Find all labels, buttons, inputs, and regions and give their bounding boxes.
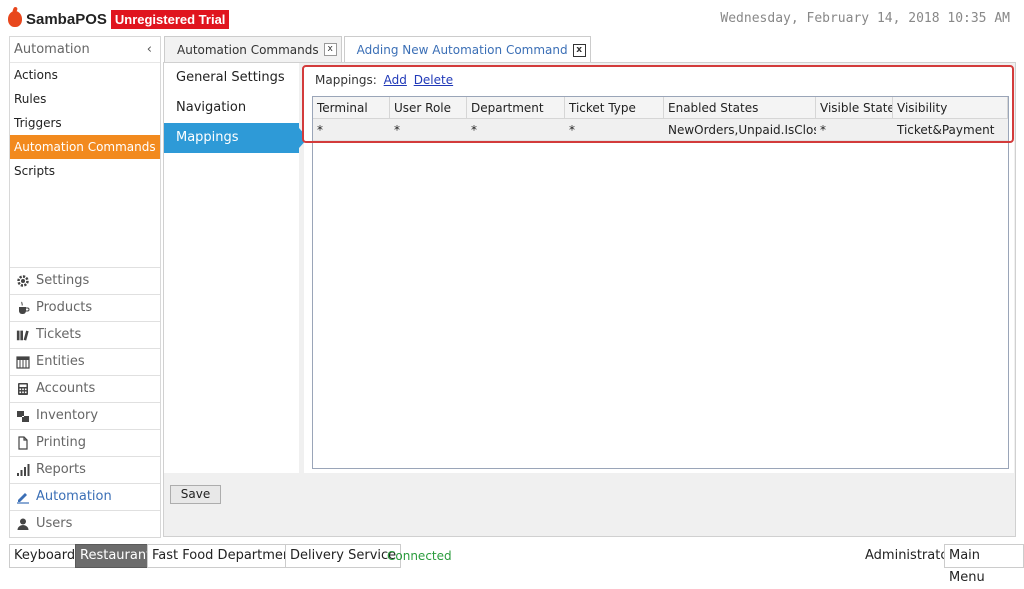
tab-automation-commands[interactable]: Automation Commands x: [164, 36, 342, 62]
column-header-ticket-type[interactable]: Ticket Type: [565, 97, 664, 119]
mappings-toolbar: Mappings: Add Delete: [315, 73, 453, 87]
tab-label: Adding New Automation Command: [356, 43, 568, 57]
main-menu-button[interactable]: Main Menu: [944, 544, 1024, 585]
column-header-terminal[interactable]: Terminal: [313, 97, 390, 119]
cell-ticket-type[interactable]: *: [565, 119, 664, 141]
current-user: Administrator: [865, 548, 954, 563]
inventory-icon: [16, 409, 30, 423]
title-bar: SambaPOS Unregistered Trial Wednesday, F…: [0, 0, 1024, 36]
subnav-mappings[interactable]: Mappings: [164, 123, 308, 153]
sidebar-category-label: Reports: [36, 462, 86, 477]
sidebar-category-accounts[interactable]: Accounts: [10, 375, 160, 402]
table-row[interactable]: * * * * NewOrders,Unpaid.IsClosed * Tick…: [313, 119, 1008, 141]
gear-icon: [16, 274, 30, 288]
close-icon[interactable]: x: [572, 43, 586, 57]
column-header-enabled-states[interactable]: Enabled States: [664, 97, 816, 119]
sidebar-category-label: Users: [36, 516, 73, 531]
sidebar-category-entities[interactable]: Entities: [10, 348, 160, 375]
sidebar-item-automation-commands[interactable]: Automation Commands: [10, 135, 160, 159]
sidebar-category-automation[interactable]: Automation: [10, 483, 160, 510]
add-mapping-link[interactable]: Add: [384, 73, 407, 87]
document-icon: [16, 436, 30, 450]
sidebar-category-tickets[interactable]: Tickets: [10, 321, 160, 348]
trial-badge: Unregistered Trial: [110, 9, 230, 29]
connection-status: Connected: [387, 549, 452, 563]
restaurant-button[interactable]: Restaurant: [75, 544, 157, 568]
tickets-icon: [16, 328, 30, 342]
cell-visibility[interactable]: Ticket&Payment: [893, 119, 1008, 141]
sidebar-category-label: Settings: [36, 273, 90, 288]
sidebar-category-label: Automation: [36, 489, 112, 504]
cell-enabled-states[interactable]: NewOrders,Unpaid.IsClosed: [664, 119, 816, 141]
mappings-grid: Terminal User Role Department Ticket Typ…: [312, 96, 1009, 469]
datetime-display: Wednesday, February 14, 2018 10:35 AM: [720, 11, 1010, 26]
sidebar-item-rules[interactable]: Rules: [10, 87, 160, 111]
sidebar-category-settings[interactable]: Settings: [10, 267, 160, 294]
department-button[interactable]: Fast Food Department: [147, 544, 302, 568]
column-header-visibility[interactable]: Visibility: [893, 97, 1008, 119]
sidebar-category-label: Accounts: [36, 381, 96, 396]
sidebar-header: Automation ‹: [10, 37, 160, 63]
tab-label: Automation Commands: [177, 42, 319, 57]
column-header-user-role[interactable]: User Role: [390, 97, 467, 119]
sidebar-title: Automation: [14, 42, 90, 57]
sidebar-sub-items: Actions Rules Triggers Automation Comman…: [10, 63, 160, 183]
sidebar-item-scripts[interactable]: Scripts: [10, 159, 160, 183]
pen-icon: [16, 490, 30, 504]
column-header-department[interactable]: Department: [467, 97, 565, 119]
collapse-icon[interactable]: ‹: [147, 37, 152, 63]
user-icon: [16, 517, 30, 531]
sidebar-category-reports[interactable]: Reports: [10, 456, 160, 483]
sidebar: Automation ‹ Actions Rules Triggers Auto…: [9, 36, 161, 538]
status-bar: Keyboard Restaurant Fast Food Department…: [0, 542, 1024, 585]
subnav-general-settings[interactable]: General Settings: [164, 63, 299, 93]
close-icon[interactable]: x: [323, 43, 337, 56]
settings-subnav: General Settings Navigation Settings Map…: [164, 63, 308, 473]
app-logo: SambaPOS Unregistered Trial: [8, 8, 230, 30]
mappings-editor: Mappings: Add Delete Terminal User Role …: [304, 67, 1014, 473]
sidebar-category-label: Entities: [36, 354, 85, 369]
sambapos-logo-icon: [8, 11, 22, 27]
sidebar-item-triggers[interactable]: Triggers: [10, 111, 160, 135]
sidebar-item-actions[interactable]: Actions: [10, 63, 160, 87]
mappings-label: Mappings:: [315, 73, 377, 87]
delete-mapping-link[interactable]: Delete: [414, 73, 453, 87]
tab-adding-new-automation-command[interactable]: Adding New Automation Command x: [343, 36, 591, 63]
keyboard-button[interactable]: Keyboard: [9, 544, 81, 568]
sidebar-category-printing[interactable]: Printing: [10, 429, 160, 456]
sidebar-category-inventory[interactable]: Inventory: [10, 402, 160, 429]
save-button[interactable]: Save: [170, 485, 221, 504]
sidebar-category-label: Products: [36, 300, 93, 315]
cell-visible-states[interactable]: *: [816, 119, 893, 141]
editor-panel: General Settings Navigation Settings Map…: [163, 62, 1016, 537]
cell-user-role[interactable]: *: [390, 119, 467, 141]
grid-header-row: Terminal User Role Department Ticket Typ…: [313, 97, 1008, 119]
sidebar-category-products[interactable]: Products: [10, 294, 160, 321]
sidebar-category-label: Inventory: [36, 408, 99, 423]
sidebar-category-users[interactable]: Users: [10, 510, 160, 537]
bar-chart-icon: [16, 463, 30, 477]
sidebar-categories: Settings Products Tickets Entities Accou…: [10, 267, 160, 537]
entities-icon: [16, 355, 30, 369]
coffee-cup-icon: [16, 301, 30, 315]
delivery-service-button[interactable]: Delivery Service: [285, 544, 402, 568]
calculator-icon: [16, 382, 30, 396]
column-header-visible-states[interactable]: Visible States: [816, 97, 893, 119]
sidebar-category-label: Printing: [36, 435, 87, 450]
subnav-navigation-settings[interactable]: Navigation Settings: [164, 93, 299, 145]
sidebar-category-label: Tickets: [36, 327, 82, 342]
cell-terminal[interactable]: *: [313, 119, 390, 141]
cell-department[interactable]: *: [467, 119, 565, 141]
document-tabs: Automation Commands x Adding New Automat…: [164, 36, 593, 63]
app-name: SambaPOS: [26, 10, 107, 28]
